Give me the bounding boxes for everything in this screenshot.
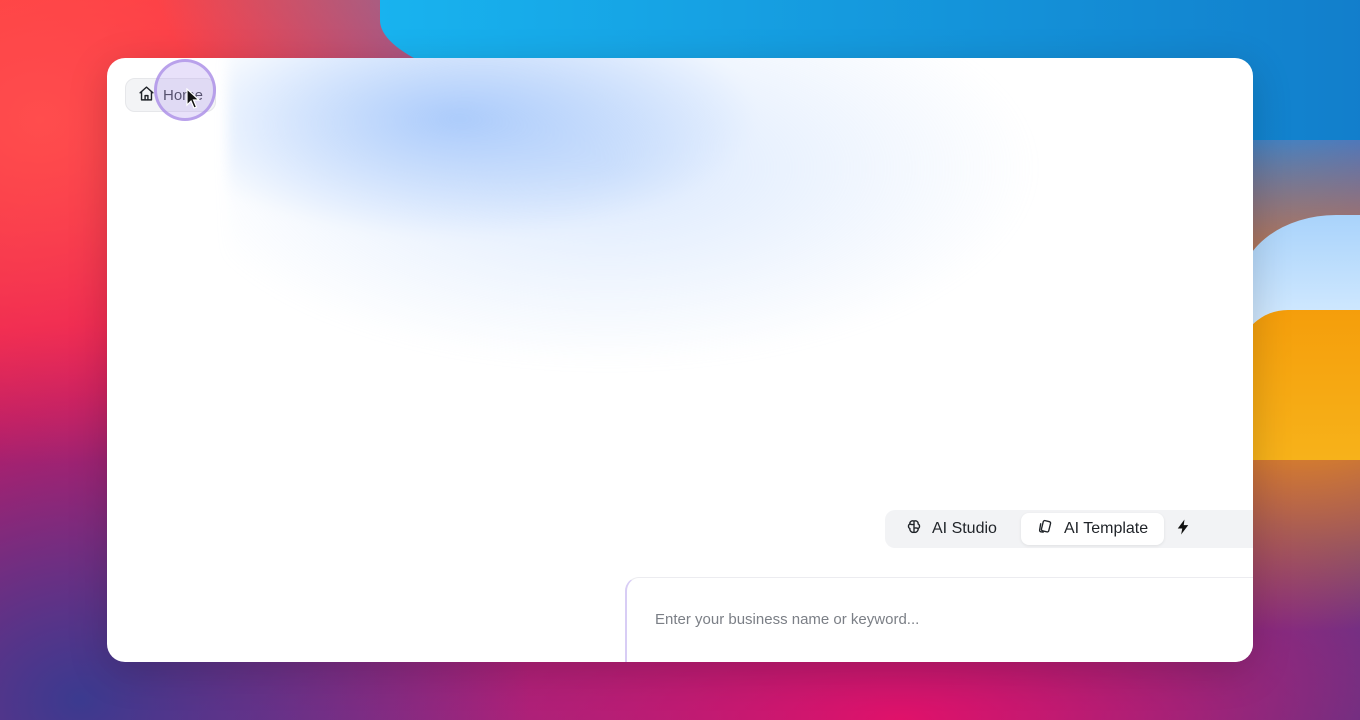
bolt-icon[interactable] (1172, 518, 1192, 541)
wallpaper-orange-wave (1240, 310, 1360, 460)
hero-glow (227, 58, 1067, 458)
tab-ai-studio-label: AI Studio (932, 520, 997, 537)
tab-ai-template[interactable]: AI Template (1020, 513, 1165, 545)
app-window: Home AI Studio AI Template Enter your bu… (107, 58, 1253, 662)
mouse-cursor-icon (186, 88, 200, 109)
prompt-box (625, 577, 1253, 662)
home-icon (138, 85, 155, 106)
brain-icon (905, 518, 923, 541)
cursor-highlight (154, 59, 216, 121)
tab-ai-studio[interactable]: AI Studio (889, 513, 1013, 545)
template-cards-icon (1037, 518, 1055, 541)
business-keyword-input[interactable] (653, 610, 1253, 629)
mode-tabs: AI Studio AI Template (885, 510, 1253, 548)
tab-ai-template-label: AI Template (1063, 520, 1149, 537)
